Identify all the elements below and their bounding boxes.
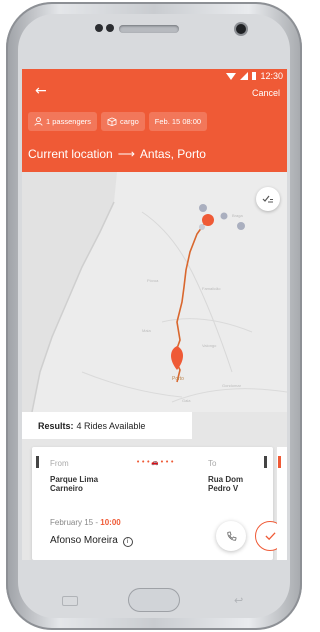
ride-marker[interactable]	[199, 224, 205, 230]
ride-marker[interactable]	[199, 204, 207, 212]
earpiece-speaker	[119, 25, 179, 33]
home-button[interactable]	[128, 588, 180, 612]
svg-text:Maia: Maia	[142, 328, 151, 333]
to-place-line: Rua Dom	[208, 475, 244, 484]
front-camera	[236, 24, 246, 34]
from-place-line: Parque Lima	[50, 475, 99, 484]
next-card-marker	[278, 456, 281, 468]
from-marker	[36, 456, 39, 468]
svg-text:Famalicão: Famalicão	[202, 286, 221, 291]
ride-datetime: February 15 - 10:00	[50, 518, 121, 527]
ride-marker[interactable]	[220, 212, 228, 220]
svg-text:Póvoa: Póvoa	[147, 278, 159, 283]
results-header: Results: 4 Rides Available	[22, 412, 192, 439]
status-time: 12:30	[260, 71, 283, 81]
date-label: Feb. 15 08:00	[154, 117, 202, 126]
to-marker	[264, 456, 267, 468]
ride-marker[interactable]	[237, 222, 245, 230]
back-nav-icon[interactable]: ↩	[234, 594, 243, 607]
next-ride-card[interactable]	[277, 447, 287, 560]
recent-apps-icon[interactable]	[62, 596, 78, 606]
wifi-icon	[226, 72, 237, 80]
passengers-chip[interactable]: 1 passengers	[28, 112, 98, 131]
results-prefix: Results:	[38, 420, 74, 431]
app-screen: 12:30 ← Cancel 1 passengers cargo Feb. 1…	[22, 69, 287, 560]
ride-time: 10:00	[100, 518, 121, 527]
battery-icon	[252, 72, 257, 80]
svg-text:Braga: Braga	[232, 213, 243, 218]
svg-text:Gondomar: Gondomar	[222, 383, 242, 388]
date-chip[interactable]: Feb. 15 08:00	[148, 112, 208, 131]
from-label: From	[50, 459, 69, 468]
driver-name-row[interactable]: Afonso Moreira i	[50, 535, 133, 547]
passengers-label: 1 passengers	[46, 117, 92, 126]
phone-icon	[226, 530, 237, 541]
cancel-button[interactable]: Cancel	[252, 88, 280, 98]
front-sensor	[95, 24, 103, 32]
from-place-line: Carneiro	[50, 484, 83, 493]
route-summary[interactable]: Current location ⟶ Antas, Porto	[28, 147, 206, 161]
route-to: Antas, Porto	[139, 147, 206, 161]
map-view[interactable]: Póvoa Famalicão Maia Valongo Gondomar Ga…	[22, 172, 287, 413]
arrow-left-icon[interactable]: ←	[35, 83, 47, 99]
person-icon	[34, 117, 43, 126]
route-dots-icon: •••🚗•••	[136, 458, 176, 466]
trip-options: 1 passengers cargo Feb. 15 08:00	[28, 112, 208, 131]
route-from: Current location	[28, 147, 113, 161]
info-icon[interactable]: i	[122, 537, 133, 547]
ride-card[interactable]: From •••🚗••• To Parque Lima Carneiro Rua…	[32, 447, 285, 560]
ride-date: February 15	[50, 518, 94, 527]
to-label: To	[208, 459, 217, 468]
to-place: Rua Dom Pedro V	[208, 475, 243, 493]
from-place: Parque Lima Carneiro	[50, 475, 98, 493]
check-list-icon	[262, 195, 273, 203]
results-panel: Results: 4 Rides Available From •••🚗••• …	[22, 412, 287, 560]
map-pin-label: Porto	[172, 376, 184, 382]
cargo-chip[interactable]: cargo	[101, 112, 145, 131]
call-driver-button[interactable]	[216, 521, 246, 551]
arrow-right-icon: ⟶	[117, 147, 135, 161]
results-summary: 4 Rides Available	[76, 420, 146, 431]
to-place-line: Pedro V	[208, 484, 239, 493]
search-header: 12:30 ← Cancel 1 passengers cargo Feb. 1…	[22, 69, 287, 172]
signal-icon	[240, 72, 249, 80]
destination-marker[interactable]	[202, 214, 214, 226]
filter-button[interactable]	[256, 187, 280, 211]
check-icon	[264, 532, 276, 541]
status-bar: 12:30	[226, 71, 283, 81]
svg-text:Valongo: Valongo	[202, 343, 217, 348]
map-canvas: Póvoa Famalicão Maia Valongo Gondomar Ga…	[22, 172, 287, 413]
cargo-label: cargo	[120, 117, 139, 126]
front-sensor	[106, 24, 114, 32]
datetime-separator: -	[95, 518, 99, 527]
svg-text:Gaia: Gaia	[182, 398, 191, 403]
box-icon	[107, 117, 117, 126]
driver-name: Afonso Moreira	[50, 535, 118, 546]
